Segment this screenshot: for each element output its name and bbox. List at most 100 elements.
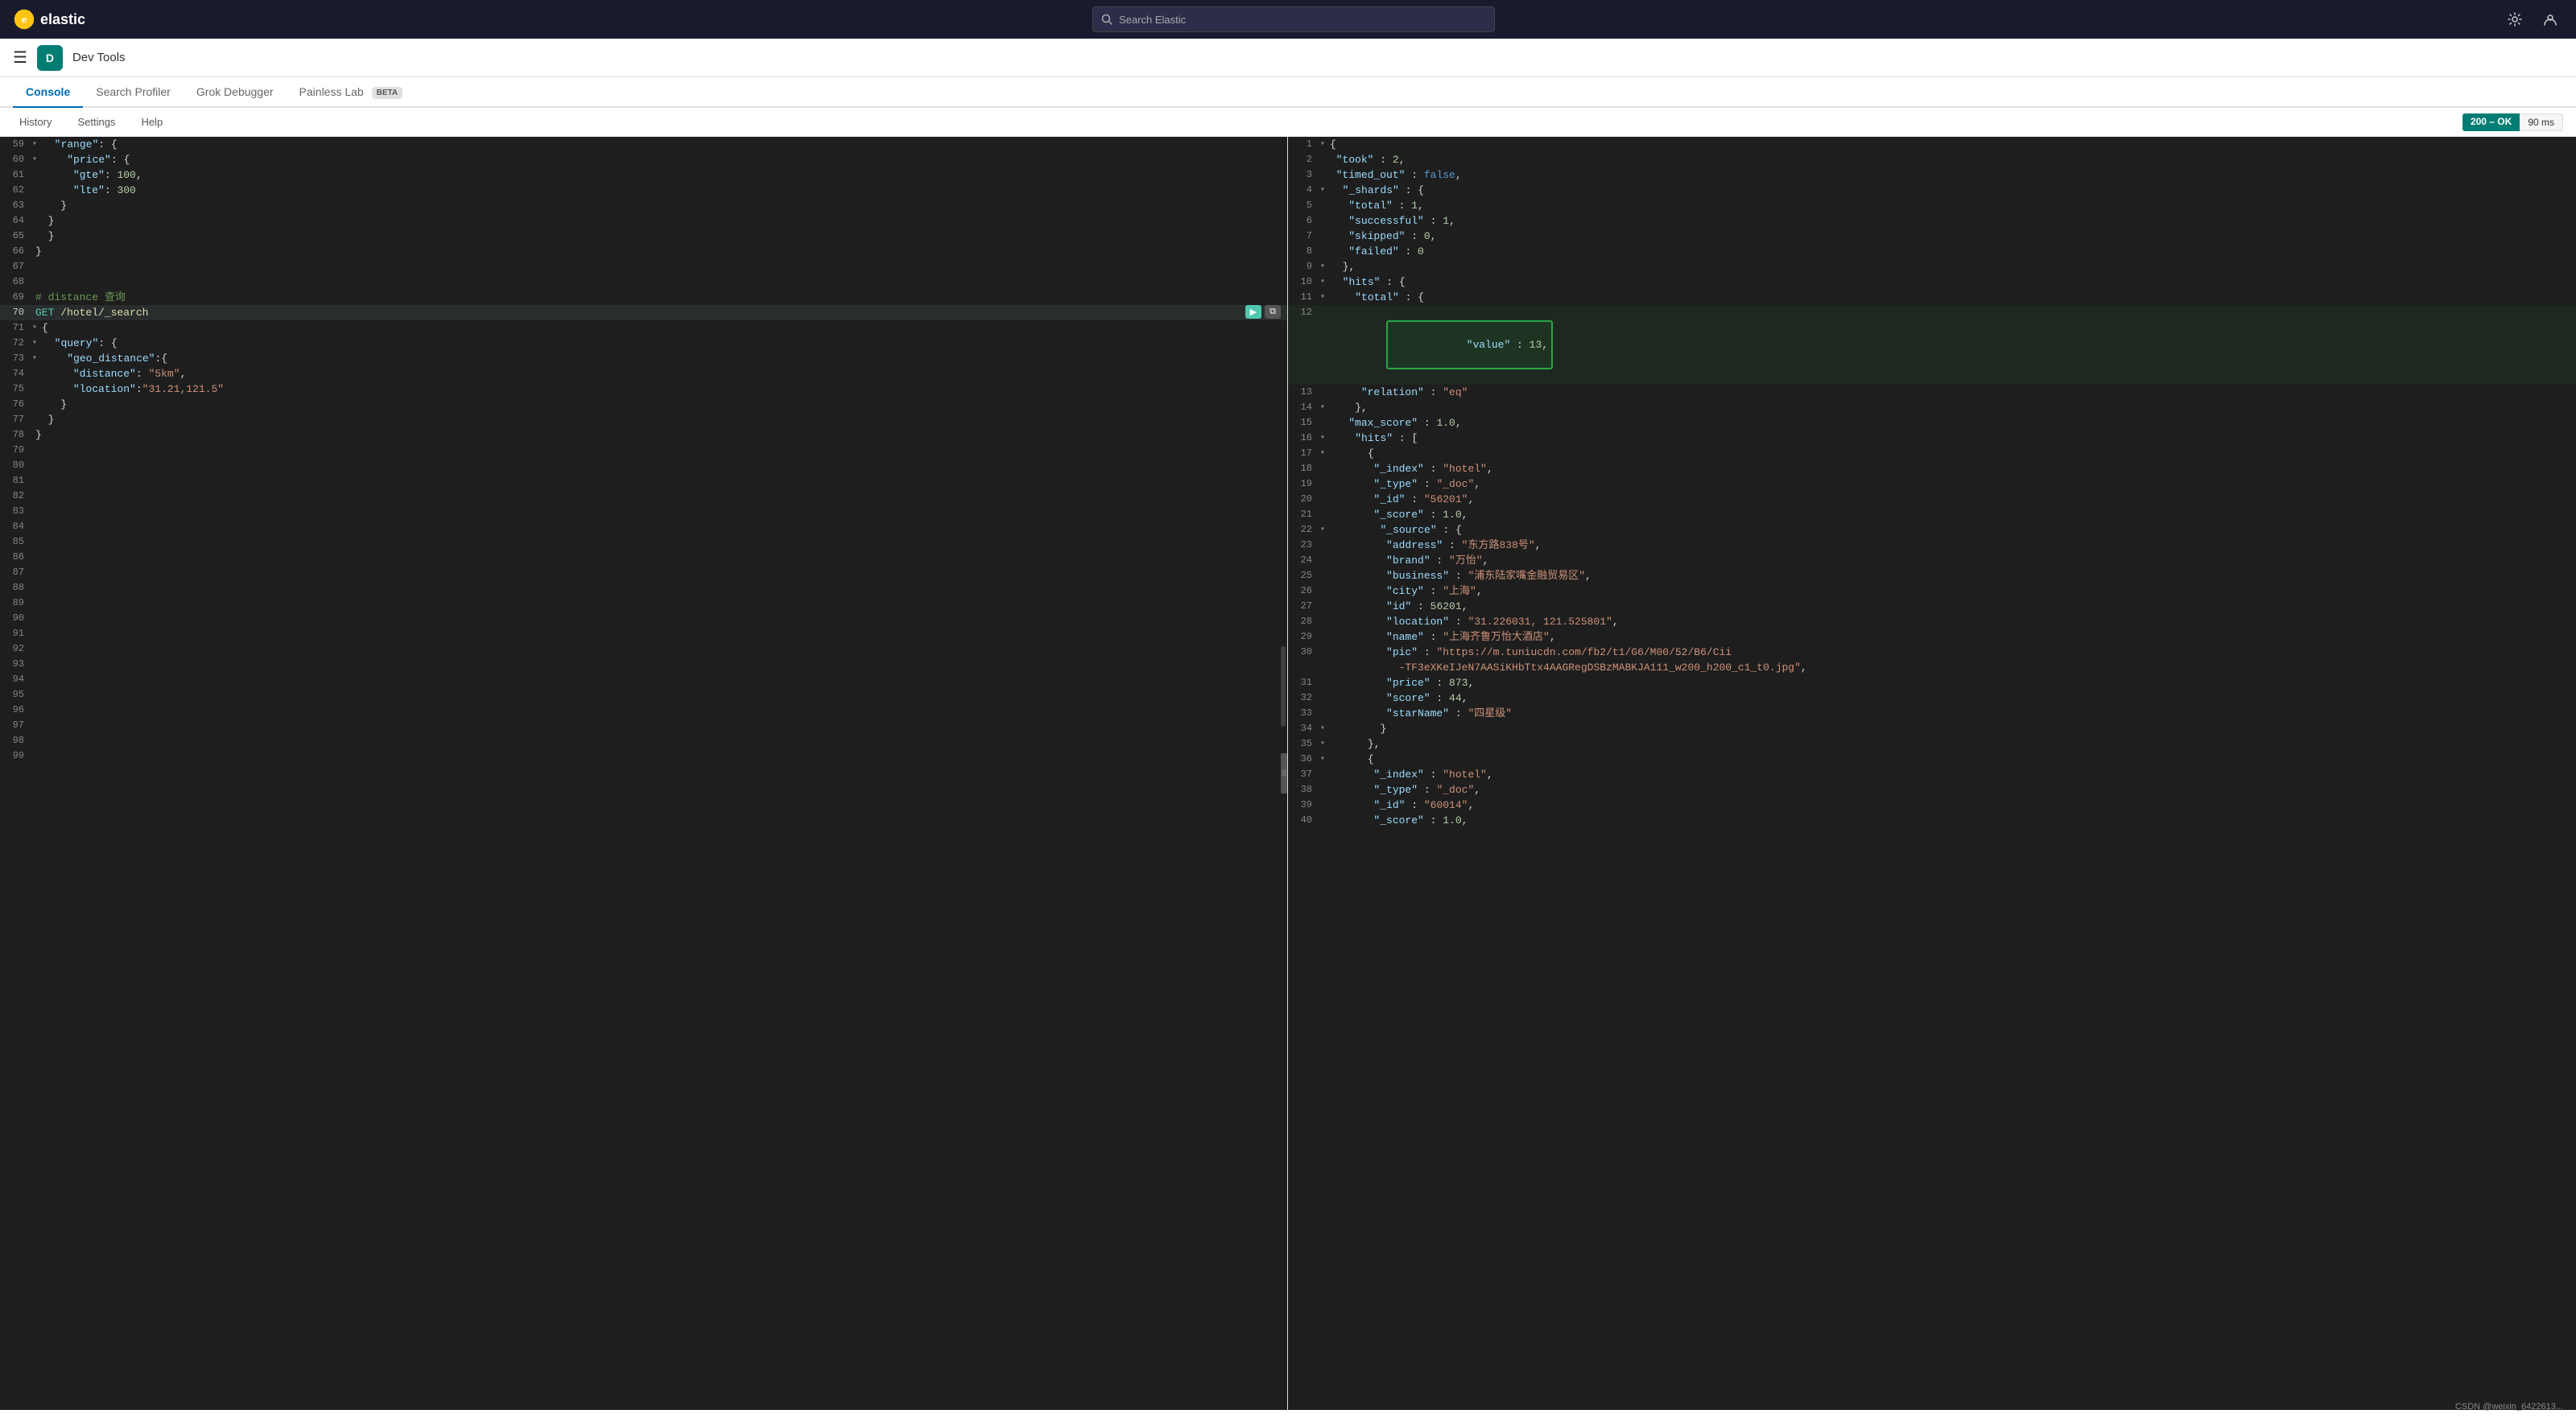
table-row: 96 — [0, 703, 1287, 718]
table-row: 7 "skipped" : 0, — [1288, 229, 2576, 244]
table-row: 66 } — [0, 244, 1287, 259]
devtools-badge: D — [37, 45, 63, 71]
table-row: 36 ▾ { — [1288, 752, 2576, 767]
copy-button[interactable]: ⧉ — [1265, 305, 1281, 319]
table-row: 21 "_score" : 1.0, — [1288, 507, 2576, 522]
settings-button[interactable]: Settings — [71, 113, 122, 131]
status-ok: 200 – OK — [2462, 113, 2520, 131]
line-actions: ▶ ⧉ — [1245, 305, 1287, 319]
watermark: CSDN @weixin_6422613... — [2455, 1402, 2563, 1412]
output-viewer: 1 ▾ { 2 "took" : 2, 3 "timed_out" : fals… — [1288, 137, 2576, 1410]
table-row: 32 "score" : 44, — [1288, 690, 2576, 706]
table-row: 13 "relation" : "eq" — [1288, 385, 2576, 400]
table-row: 80 — [0, 458, 1287, 473]
table-row: 93 — [0, 657, 1287, 672]
table-row: 17 ▾ { — [1288, 446, 2576, 461]
hamburger-button[interactable]: ☰ — [13, 47, 27, 68]
user-icon[interactable] — [2537, 6, 2563, 32]
table-row: 2 "took" : 2, — [1288, 152, 2576, 167]
table-row: 26 "city" : "上海", — [1288, 583, 2576, 599]
elastic-logo[interactable]: e elastic — [13, 8, 85, 31]
table-row: 70 GET /hotel/_search ▶ ⧉ — [0, 305, 1287, 320]
table-row: 88 — [0, 580, 1287, 596]
table-row: 62 "lte": 300 — [0, 183, 1287, 198]
table-row: 5 "total" : 1, — [1288, 198, 2576, 213]
table-row: 92 — [0, 641, 1287, 657]
table-row: 10 ▾ "hits" : { — [1288, 274, 2576, 290]
table-row: 4 ▾ "_shards" : { — [1288, 183, 2576, 198]
table-row: 72 ▾ "query": { — [0, 336, 1287, 351]
table-row: 61 "gte": 100, — [0, 167, 1287, 183]
table-row: 85 — [0, 534, 1287, 550]
table-row: 8 "failed" : 0 — [1288, 244, 2576, 259]
table-row: 19 "_type" : "_doc", — [1288, 476, 2576, 492]
table-row: 31 "price" : 873, — [1288, 675, 2576, 690]
table-row: 76 } — [0, 397, 1287, 412]
table-row: 83 — [0, 504, 1287, 519]
table-row: 9 ▾ }, — [1288, 259, 2576, 274]
table-row: 24 "brand" : "万怡", — [1288, 553, 2576, 568]
left-editor-panel[interactable]: 59 ▾ "range": { 60 ▾ "price": { 61 "gte"… — [0, 137, 1288, 1410]
table-row: 65 } — [0, 229, 1287, 244]
table-row: 89 — [0, 596, 1287, 611]
table-row: 84 — [0, 519, 1287, 534]
table-row: 22 ▾ "_source" : { — [1288, 522, 2576, 538]
table-row: 68 — [0, 274, 1287, 290]
tab-search-profiler[interactable]: Search Profiler — [83, 77, 184, 108]
beta-badge: BETA — [372, 87, 402, 99]
table-row: 99 — [0, 748, 1287, 764]
table-row: 69 # distance 查询 — [0, 290, 1287, 305]
help-button[interactable]: Help — [134, 113, 169, 131]
tab-grok-debugger[interactable]: Grok Debugger — [184, 77, 287, 108]
table-row: 91 — [0, 626, 1287, 641]
table-row: 27 "id" : 56201, — [1288, 599, 2576, 614]
table-row: 90 — [0, 611, 1287, 626]
table-row: 11 ▾ "total" : { — [1288, 290, 2576, 305]
table-row: 60 ▾ "price": { — [0, 152, 1287, 167]
table-row: 14 ▾ }, — [1288, 400, 2576, 415]
tab-console[interactable]: Console — [13, 77, 83, 108]
table-row: 71 ▾ { — [0, 320, 1287, 336]
table-row: 29 "name" : "上海齐鲁万怡大酒店", — [1288, 629, 2576, 645]
table-row: 73 ▾ "geo_distance":{ — [0, 351, 1287, 366]
table-row: 98 — [0, 733, 1287, 748]
tab-painless-lab[interactable]: Painless Lab BETA — [287, 77, 416, 108]
table-row: 35 ▾ }, — [1288, 736, 2576, 752]
scroll-handle[interactable] — [1281, 646, 1286, 727]
tabs-bar: Console Search Profiler Grok Debugger Pa… — [0, 77, 2576, 108]
second-nav: ☰ D Dev Tools — [0, 39, 2576, 77]
table-row: -TF3eXKeIJeN7AASiKHbTtx4AAGRegDSBzMABKJA… — [1288, 660, 2576, 675]
table-row: 74 "distance": "5km", — [0, 366, 1287, 381]
table-row: 18 "_index" : "hotel", — [1288, 461, 2576, 476]
table-row: 6 "successful" : 1, — [1288, 213, 2576, 229]
table-row: 38 "_type" : "_doc", — [1288, 782, 2576, 798]
global-search[interactable]: Search Elastic — [1092, 6, 1495, 32]
settings-icon[interactable] — [2502, 6, 2528, 32]
table-row: 79 — [0, 443, 1287, 458]
table-row: 37 "_index" : "hotel", — [1288, 767, 2576, 782]
table-row: 23 "address" : "东方路838号", — [1288, 538, 2576, 553]
table-row: 97 — [0, 718, 1287, 733]
table-row: 78 } — [0, 427, 1287, 443]
search-placeholder: Search Elastic — [1119, 14, 1186, 26]
logo-text: elastic — [40, 11, 85, 28]
table-row: 94 — [0, 672, 1287, 687]
run-button[interactable]: ▶ — [1245, 305, 1261, 319]
table-row: 30 "pic" : "https://m.tuniucdn.com/fb2/t… — [1288, 645, 2576, 660]
table-row: 59 ▾ "range": { — [0, 137, 1287, 152]
table-row: 28 "location" : "31.226031, 121.525801", — [1288, 614, 2576, 629]
table-row: 1 ▾ { — [1288, 137, 2576, 152]
table-row: 82 — [0, 488, 1287, 504]
table-row: 67 — [0, 259, 1287, 274]
panel-divider[interactable]: ⠿ — [1281, 753, 1287, 794]
table-row: 3 "timed_out" : false, — [1288, 167, 2576, 183]
table-row: 95 — [0, 687, 1287, 703]
top-nav: e elastic Search Elastic — [0, 0, 2576, 39]
table-row: 12 "value" : 13, — [1288, 305, 2576, 385]
main-content: 59 ▾ "range": { 60 ▾ "price": { 61 "gte"… — [0, 137, 2576, 1410]
toolbar: History Settings Help 200 – OK 90 ms — [0, 108, 2576, 137]
table-row: 63 } — [0, 198, 1287, 213]
history-button[interactable]: History — [13, 113, 58, 131]
table-row: 34 ▾ } — [1288, 721, 2576, 736]
code-editor[interactable]: 59 ▾ "range": { 60 ▾ "price": { 61 "gte"… — [0, 137, 1287, 1410]
